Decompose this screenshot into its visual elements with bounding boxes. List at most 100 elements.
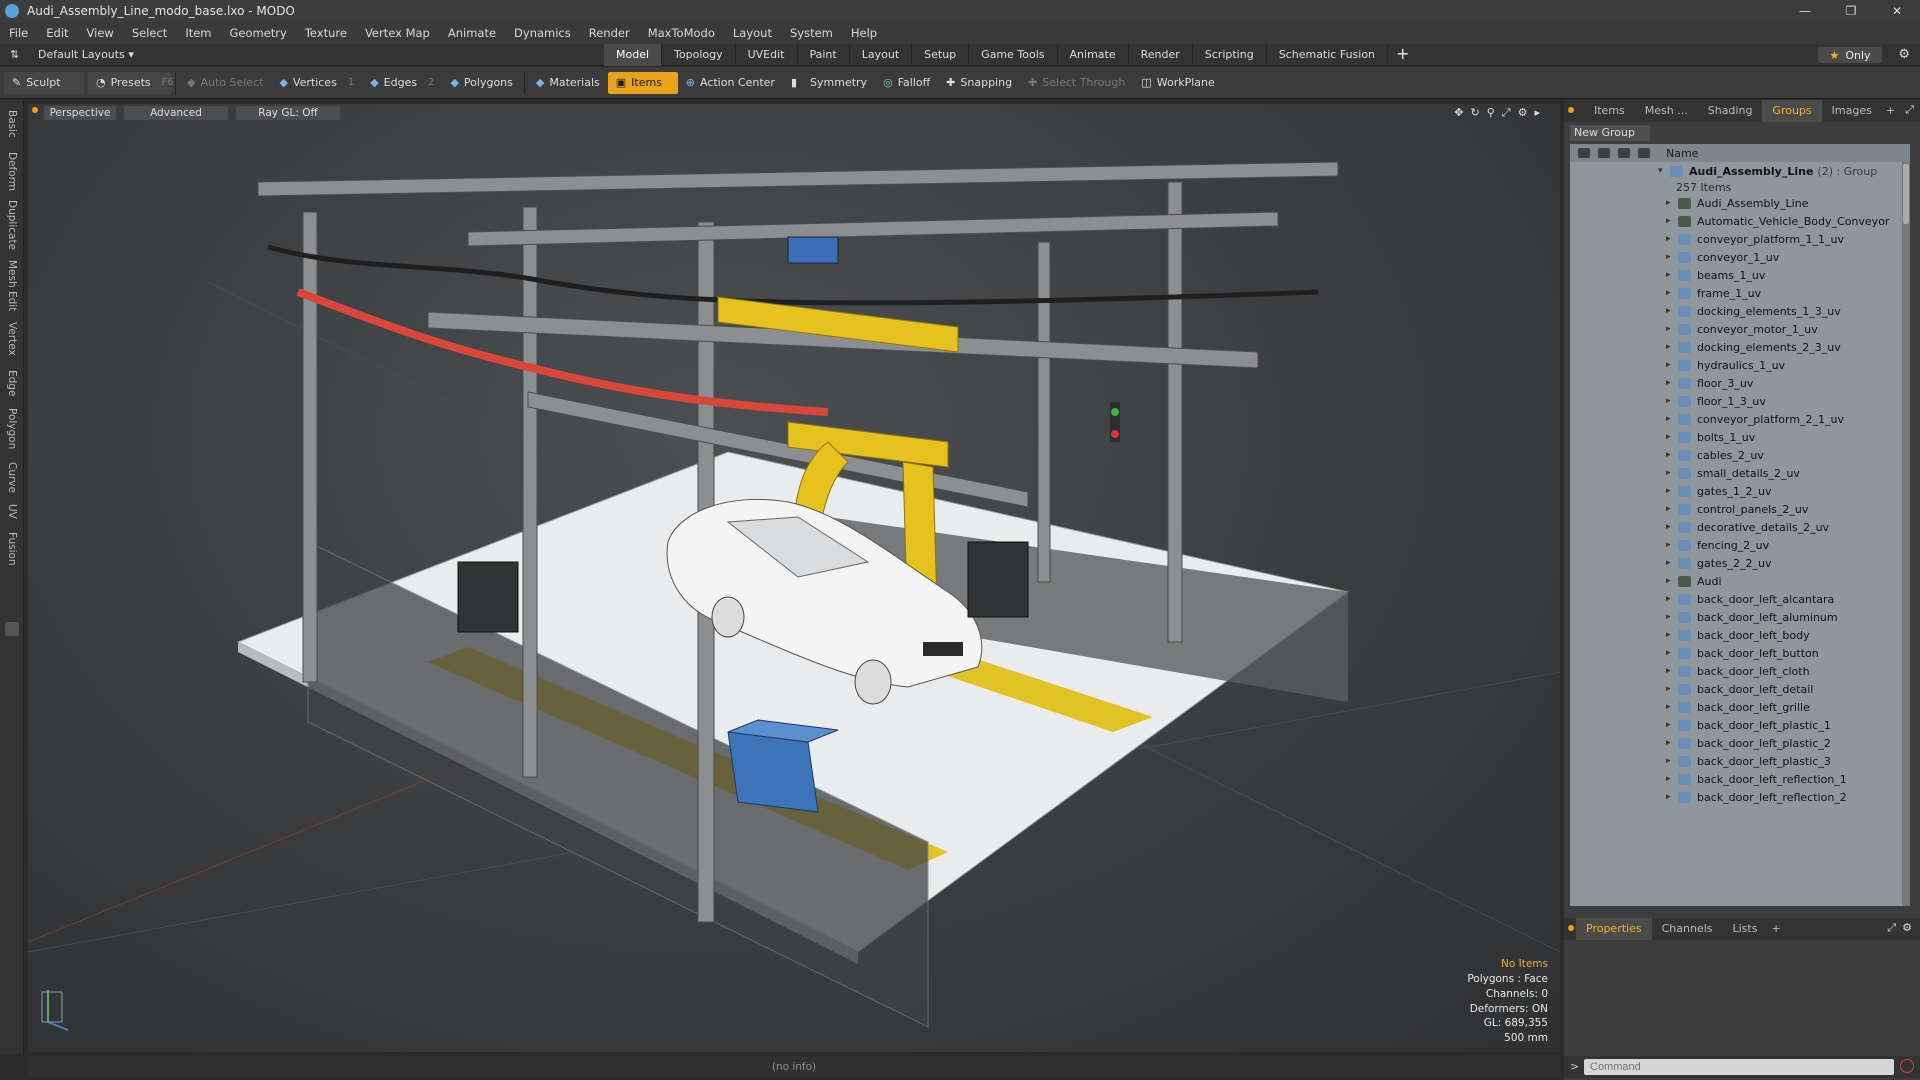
close-icon[interactable]: ✕: [1874, 0, 1920, 22]
expand-arrow-icon[interactable]: ▸: [1666, 468, 1678, 478]
list-item[interactable]: ▸ frame_1_uv: [1570, 284, 1910, 302]
expand-arrow-icon[interactable]: ▸: [1666, 234, 1678, 244]
expand-arrow-icon[interactable]: ▸: [1666, 360, 1678, 370]
group-row[interactable]: ▾ Audi_Assembly_Line (2) : Group: [1570, 162, 1910, 180]
list-item[interactable]: ▸ cables_2_uv: [1570, 446, 1910, 464]
scroll-thumb[interactable]: [1903, 164, 1909, 224]
polygons-button[interactable]: ◆ Polygons: [442, 72, 520, 94]
menu-dynamics[interactable]: Dynamics: [505, 26, 580, 40]
workplane-button[interactable]: ◫ WorkPlane: [1133, 72, 1222, 94]
viewport-menu-dot-icon[interactable]: [32, 107, 38, 113]
expand-arrow-icon[interactable]: ▸: [1666, 198, 1678, 208]
layout-switch-icon[interactable]: ⇅: [10, 48, 19, 61]
tab-topology[interactable]: Topology: [662, 44, 736, 66]
list-item[interactable]: ▸ conveyor_platform_1_1_uv: [1570, 230, 1910, 248]
tab-paint[interactable]: Paint: [798, 44, 850, 66]
render-column-icon[interactable]: [1598, 148, 1610, 158]
menu-texture[interactable]: Texture: [296, 26, 356, 40]
list-item[interactable]: ▸ gates_1_2_uv: [1570, 482, 1910, 500]
expand-arrow-icon[interactable]: ▸: [1666, 594, 1678, 604]
list-scrollbar[interactable]: [1902, 162, 1910, 906]
expand-arrow-icon[interactable]: ▸: [1666, 684, 1678, 694]
expand-arrow-icon[interactable]: ▸: [1534, 106, 1540, 120]
expand-arrow-icon[interactable]: ▸: [1666, 648, 1678, 658]
groups-list[interactable]: Name ▾ Audi_Assembly_Line (2) : Group 25…: [1570, 144, 1910, 906]
list-item[interactable]: ▸ beams_1_uv: [1570, 266, 1910, 284]
sculpt-button[interactable]: ✎ Sculpt: [4, 71, 84, 94]
list-item[interactable]: ▸ floor_3_uv: [1570, 374, 1910, 392]
collapse-arrow-icon[interactable]: ▾: [1658, 166, 1670, 176]
expand-arrow-icon[interactable]: ▸: [1666, 486, 1678, 496]
properties-menu-dot-icon[interactable]: [1568, 925, 1574, 931]
menu-layout[interactable]: Layout: [724, 26, 781, 40]
menu-edit[interactable]: Edit: [37, 26, 77, 40]
name-column-header[interactable]: Name: [1666, 147, 1698, 160]
add-panel-tab-icon[interactable]: +: [1882, 100, 1899, 122]
falloff-button[interactable]: ◎ Falloff: [875, 72, 938, 94]
expand-arrow-icon[interactable]: ▸: [1666, 702, 1678, 712]
items-button[interactable]: ▣ Items: [607, 71, 678, 94]
viewport-gear-icon[interactable]: ⚙: [1518, 106, 1528, 120]
list-item[interactable]: ▸ bolts_1_uv: [1570, 428, 1910, 446]
auto-select-button[interactable]: ◆ Auto Select: [179, 72, 271, 94]
list-item[interactable]: ▸ conveyor_1_uv: [1570, 248, 1910, 266]
expand-arrow-icon[interactable]: ▸: [1666, 558, 1678, 568]
tab-items[interactable]: Items: [1584, 100, 1635, 122]
list-item[interactable]: ▸ back_door_left_cloth: [1570, 662, 1910, 680]
add-tab-icon[interactable]: +: [1388, 44, 1417, 66]
select-column-icon[interactable]: [1638, 148, 1650, 158]
command-clear-icon[interactable]: [1900, 1059, 1914, 1073]
properties-expand-icon[interactable]: ⤢: [1887, 921, 1896, 935]
list-item[interactable]: ▸ Audi: [1570, 572, 1910, 590]
menu-geometry[interactable]: Geometry: [221, 26, 296, 40]
list-item[interactable]: ▸ Automatic_Vehicle_Body_Conveyor: [1570, 212, 1910, 230]
vertices-button[interactable]: ◆ Vertices 1: [271, 72, 362, 94]
expand-arrow-icon[interactable]: ▸: [1666, 720, 1678, 730]
expand-arrow-icon[interactable]: ▸: [1666, 432, 1678, 442]
rotate-icon[interactable]: ↻: [1471, 106, 1480, 120]
tab-shading[interactable]: Shading: [1698, 100, 1763, 122]
list-item[interactable]: ▸ conveyor_motor_1_uv: [1570, 320, 1910, 338]
lock-column-icon[interactable]: [1618, 148, 1630, 158]
gear-icon[interactable]: ⚙: [1898, 47, 1910, 62]
tab-setup[interactable]: Setup: [912, 44, 970, 66]
expand-arrow-icon[interactable]: ▸: [1666, 324, 1678, 334]
menu-system[interactable]: System: [781, 26, 842, 40]
shading-dropdown[interactable]: Advanced: [124, 106, 228, 120]
list-item[interactable]: ▸ back_door_left_alcantara: [1570, 590, 1910, 608]
expand-arrow-icon[interactable]: ▸: [1666, 522, 1678, 532]
list-item[interactable]: ▸ back_door_left_button: [1570, 644, 1910, 662]
list-item[interactable]: ▸ back_door_left_plastic_3: [1570, 752, 1910, 770]
menu-maxtomodo[interactable]: MaxToModo: [639, 26, 724, 40]
list-item[interactable]: ▸ back_door_left_aluminum: [1570, 608, 1910, 626]
list-item[interactable]: ▸ conveyor_platform_2_1_uv: [1570, 410, 1910, 428]
expand-arrow-icon[interactable]: ▸: [1666, 414, 1678, 424]
tab-animate[interactable]: Animate: [1058, 44, 1129, 66]
list-item[interactable]: ▸ hydraulics_1_uv: [1570, 356, 1910, 374]
menu-help[interactable]: Help: [842, 26, 886, 40]
list-item[interactable]: ▸ Audi_Assembly_Line: [1570, 194, 1910, 212]
raygl-toggle[interactable]: Ray GL: Off: [236, 106, 340, 120]
new-group-button[interactable]: New Group: [1570, 125, 1650, 141]
layouts-dropdown[interactable]: Default Layouts ▾: [38, 48, 134, 61]
expand-arrow-icon[interactable]: ▸: [1666, 756, 1678, 766]
menu-select[interactable]: Select: [123, 26, 176, 40]
zoom-icon[interactable]: ⚲: [1487, 106, 1495, 120]
list-item[interactable]: ▸ decorative_details_2_uv: [1570, 518, 1910, 536]
list-item[interactable]: ▸ back_door_left_plastic_2: [1570, 734, 1910, 752]
expand-arrow-icon[interactable]: ▸: [1666, 306, 1678, 316]
only-toggle[interactable]: ★ Only: [1818, 47, 1882, 63]
tab-scripting[interactable]: Scripting: [1193, 44, 1267, 66]
expand-arrow-icon[interactable]: ▸: [1666, 504, 1678, 514]
tab-lists[interactable]: Lists: [1723, 918, 1768, 940]
tab-images[interactable]: Images: [1822, 100, 1882, 122]
tab-groups[interactable]: Groups: [1762, 100, 1822, 122]
tab-properties[interactable]: Properties: [1576, 918, 1652, 940]
command-input[interactable]: [1584, 1059, 1894, 1075]
add-properties-tab-icon[interactable]: +: [1767, 918, 1784, 940]
list-item[interactable]: ▸ back_door_left_reflection_2: [1570, 788, 1910, 806]
expand-arrow-icon[interactable]: ▸: [1666, 774, 1678, 784]
tab-channels[interactable]: Channels: [1652, 918, 1723, 940]
tab-render[interactable]: Render: [1129, 44, 1193, 66]
menu-vertex-map[interactable]: Vertex Map: [356, 26, 439, 40]
